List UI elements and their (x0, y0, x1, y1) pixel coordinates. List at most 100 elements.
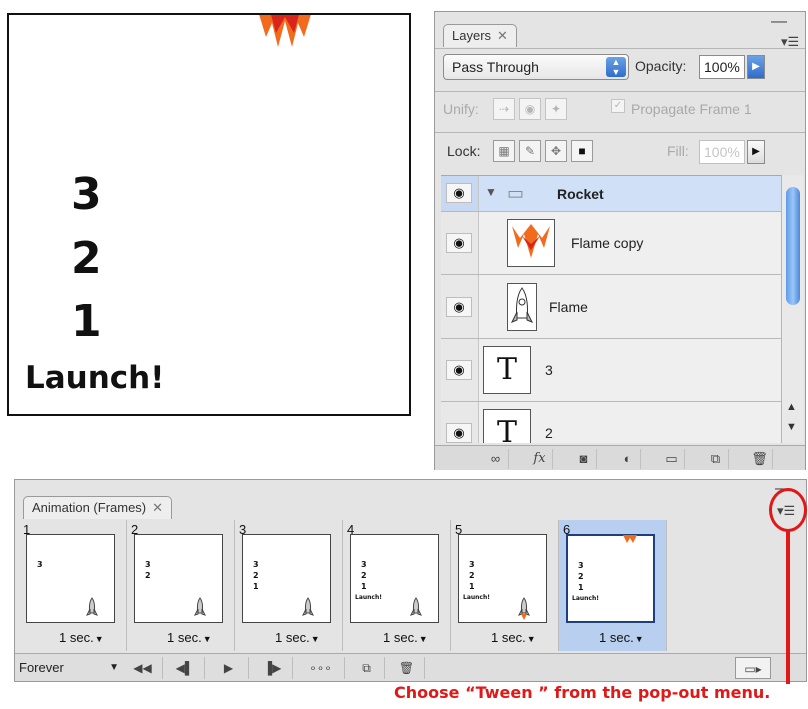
lock-transparency-icon[interactable]: ▦ (493, 140, 515, 162)
scrollbar-thumb[interactable] (786, 187, 800, 305)
frame-4[interactable]: 4 3 2 1 Launch! 1 sec.▼ (343, 520, 451, 651)
layers-scrollbar[interactable]: ▲ ▼ (781, 175, 803, 443)
previous-frame-icon[interactable]: ◀▌ (165, 657, 205, 679)
unify-style-icon[interactable]: ✦ (545, 98, 567, 120)
loop-select[interactable]: Forever ▼ (19, 658, 119, 678)
thumb-text-1: 1 (253, 582, 259, 591)
fill-input[interactable]: 100% (699, 140, 745, 164)
frame-delay[interactable]: 1 sec.▼ (491, 630, 536, 645)
eye-icon[interactable]: ◉ (446, 183, 472, 203)
dropdown-arrow-icon: ▼ (202, 634, 212, 644)
thumb-text-2: 2 (145, 571, 151, 580)
frame-delay-value: 1 sec. (491, 630, 526, 645)
thumb-text-1: 1 (469, 582, 475, 591)
frame-1[interactable]: 1 3 1 sec.▼ (19, 520, 127, 651)
document-canvas[interactable]: 3 2 1 Launch! (7, 13, 411, 416)
layers-panel: — Layers ✕ ▾☰ Pass Through ▲ ▼ Opacity: 10… (434, 11, 806, 470)
frame-delay[interactable]: 1 sec.▼ (167, 630, 212, 645)
eye-icon[interactable]: ◉ (446, 423, 472, 443)
highlight-circle (769, 488, 807, 532)
layers-footer-toolbar: ∞ fx ◙ ◐ ▭ ⧉ 🗑 (435, 445, 805, 470)
fill-slider-button[interactable]: ▶ (747, 140, 765, 164)
eye-icon[interactable]: ◉ (446, 360, 472, 380)
frame-delay[interactable]: 1 sec.▼ (275, 630, 320, 645)
layer-list: ◉ ▼ ▭ Rocket ◉ Flame copy ◉ Flame ◉ T 3 … (441, 175, 781, 443)
scroll-down-icon[interactable]: ▼ (786, 421, 797, 433)
divider (435, 132, 805, 133)
dropdown-arrow-icon: ▼ (94, 634, 104, 644)
trash-icon[interactable]: 🗑 (389, 657, 425, 679)
frame-delay[interactable]: 1 sec.▼ (599, 630, 644, 645)
eye-icon[interactable]: ◉ (446, 297, 472, 317)
divider (435, 91, 805, 92)
propagate-checkbox[interactable]: ✓ (611, 99, 625, 113)
flame-thumbnail-icon (512, 224, 550, 258)
annotation-text: Choose “Tween ” from the pop-out menu. (394, 683, 771, 702)
frame-delay-value: 1 sec. (275, 630, 310, 645)
layer-row-3[interactable]: ◉ T 3 (441, 339, 781, 402)
scroll-up-icon[interactable]: ▲ (786, 401, 797, 413)
tween-icon[interactable]: ∘∘∘ (297, 657, 345, 679)
fill-label: Fill: (667, 143, 689, 159)
layer-thumbnail (507, 283, 537, 331)
lock-position-icon[interactable]: ✥ (545, 140, 567, 162)
select-arrows-icon: ▲ ▼ (606, 57, 626, 77)
layers-minimize-button[interactable]: — (771, 14, 787, 30)
close-icon[interactable]: ✕ (497, 28, 508, 43)
unify-position-icon[interactable]: ⇢ (493, 98, 515, 120)
frame-3[interactable]: 3 3 2 1 1 sec.▼ (235, 520, 343, 651)
layer-name: Flame copy (571, 235, 644, 251)
lock-all-icon[interactable]: ■ (571, 140, 593, 162)
layers-tab[interactable]: Layers ✕ (443, 24, 517, 47)
frame-2[interactable]: 2 3 2 1 sec.▼ (127, 520, 235, 651)
thumb-text-3: 3 (578, 561, 584, 570)
adjustment-layer-icon[interactable]: ◐ (615, 449, 641, 469)
layer-row-2[interactable]: ◉ T 2 (441, 402, 781, 443)
animation-toolbar: Forever ▼ ◀◀ ◀▌ ▶ ▐▶ ∘∘∘ ⧉ 🗑 ▭▸ (15, 653, 806, 681)
text-layer-icon: T (483, 346, 531, 394)
countdown-3: 3 (71, 169, 102, 220)
propagate-frame-label: Propagate Frame 1 (631, 101, 752, 117)
first-frame-icon[interactable]: ◀◀ (123, 657, 163, 679)
eye-icon[interactable]: ◉ (446, 233, 472, 253)
thumb-text-2: 2 (469, 571, 475, 580)
layer-row-flame[interactable]: ◉ Flame (441, 275, 781, 339)
countdown-2: 2 (71, 233, 102, 284)
convert-to-timeline-icon[interactable]: ▭▸ (735, 657, 771, 679)
blend-mode-value: Pass Through (452, 59, 539, 75)
thumb-text-launch: Launch! (572, 595, 599, 602)
rocket-icon (302, 597, 314, 616)
lock-pixels-icon[interactable]: ✎ (519, 140, 541, 162)
link-layers-icon[interactable]: ∞ (483, 449, 509, 469)
opacity-input[interactable]: 100% (699, 55, 745, 79)
expand-triangle-icon[interactable]: ▼ (485, 185, 497, 199)
next-frame-icon[interactable]: ▐▶ (253, 657, 293, 679)
frame-delay[interactable]: 1 sec.▼ (383, 630, 428, 645)
thumb-text-1: 1 (361, 582, 367, 591)
layer-row-rocket[interactable]: ◉ ▼ ▭ Rocket (441, 176, 781, 212)
frame-5[interactable]: 5 3 2 1 Launch! 1 sec.▼ (451, 520, 559, 651)
fx-icon[interactable]: fx (527, 449, 553, 469)
animation-frames-tab[interactable]: Animation (Frames) ✕ (23, 496, 173, 519)
layer-row-flame-copy[interactable]: ◉ Flame copy (441, 212, 781, 275)
dropdown-arrow-icon: ▼ (418, 634, 428, 644)
new-layer-icon[interactable]: ⧉ (703, 449, 729, 469)
lock-label: Lock: (447, 143, 481, 159)
play-icon[interactable]: ▶ (209, 657, 249, 679)
new-group-icon[interactable]: ▭ (659, 449, 685, 469)
animation-tab-label: Animation (Frames) (32, 500, 147, 515)
frame-delay[interactable]: 1 sec.▼ (59, 630, 104, 645)
animation-panel: — Animation (Frames) ✕ ▾☰ 1 3 1 sec.▼ 2 3… (14, 479, 807, 682)
frames-strip: 1 3 1 sec.▼ 2 3 2 1 sec.▼ 3 3 2 1 1 sec.… (19, 520, 671, 651)
flame-graphic (259, 15, 311, 47)
close-icon[interactable]: ✕ (152, 500, 163, 515)
layer-thumbnail (507, 219, 555, 267)
opacity-slider-button[interactable]: ▶ (747, 55, 765, 79)
blend-mode-select[interactable]: Pass Through ▲ ▼ (443, 54, 629, 80)
frame-6[interactable]: 6 3 2 1 Launch! 1 sec.▼ (559, 520, 667, 651)
add-mask-icon[interactable]: ◙ (571, 449, 597, 469)
divider (435, 48, 805, 49)
duplicate-frame-icon[interactable]: ⧉ (349, 657, 385, 679)
unify-visibility-icon[interactable]: ◉ (519, 98, 541, 120)
trash-icon[interactable]: 🗑 (747, 449, 773, 469)
